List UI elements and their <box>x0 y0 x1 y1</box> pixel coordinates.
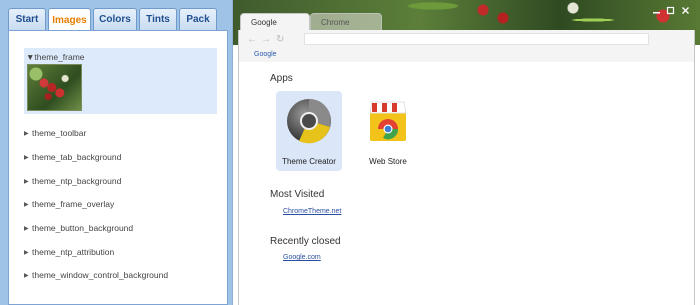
browser-tab-chrome[interactable]: Chrome <box>310 13 382 31</box>
property-item-theme-tab-background[interactable]: ▶ theme_tab_background <box>24 150 121 164</box>
recently-closed-heading: Recently closed <box>270 236 341 247</box>
collapsed-triangle-icon: ▶ <box>24 201 29 208</box>
collapsed-triangle-icon: ▶ <box>24 154 29 161</box>
property-label: theme_ntp_background <box>32 176 122 186</box>
app-label: Web Store <box>369 157 407 166</box>
browser-toolbar: ← → ↻ Google <box>238 30 695 62</box>
tab-start[interactable]: Start <box>8 8 46 30</box>
tab-label: Pack <box>186 14 210 25</box>
property-label: theme_button_background <box>32 223 134 233</box>
bookmark-google[interactable]: Google <box>254 51 277 58</box>
new-tab-page: Apps Theme Creator Web Store Most Visite… <box>238 62 695 305</box>
theme-creator-icon <box>287 99 331 144</box>
property-row: ▼ theme_frame <box>26 51 85 63</box>
tab-pack[interactable]: Pack <box>179 8 217 30</box>
property-item-theme-frame-overlay[interactable]: ▶ theme_frame_overlay <box>24 197 114 211</box>
property-label: theme_tab_background <box>32 152 122 162</box>
recently-closed-link[interactable]: Google.com <box>283 254 321 261</box>
collapsed-triangle-icon: ▶ <box>24 178 29 185</box>
collapsed-triangle-icon: ▶ <box>24 249 29 256</box>
property-item-theme-button-background[interactable]: ▶ theme_button_background <box>24 221 133 235</box>
property-item-theme-ntp-background[interactable]: ▶ theme_ntp_background <box>24 174 121 188</box>
property-label: theme_frame <box>34 52 85 62</box>
app-label: Theme Creator <box>282 157 336 166</box>
reload-icon[interactable]: ↻ <box>276 34 284 45</box>
browser-preview: Google Chrome ← → ↻ Google Apps Theme Cr… <box>233 0 700 305</box>
tab-label: Colors <box>99 14 131 25</box>
omnibox-input[interactable] <box>304 33 649 45</box>
close-icon[interactable] <box>680 6 691 15</box>
theme-editor-panel: Start Images Colors Tints Pack ▼ theme_f… <box>0 0 233 305</box>
apps-heading: Apps <box>270 73 293 84</box>
property-label: theme_toolbar <box>32 128 87 138</box>
property-label: theme_frame_overlay <box>32 199 115 209</box>
editor-tabbar: Start Images Colors Tints Pack <box>8 8 219 31</box>
tab-label: Tints <box>146 14 170 25</box>
property-item-theme-frame[interactable]: ▼ theme_frame <box>24 48 217 114</box>
tab-label: Chrome <box>321 18 350 27</box>
tab-label: Start <box>15 14 39 25</box>
property-item-theme-ntp-attribution[interactable]: ▶ theme_ntp_attribution <box>24 245 114 259</box>
frame-image-thumbnail[interactable] <box>27 64 82 111</box>
forward-icon[interactable]: → <box>261 34 271 45</box>
tab-colors[interactable]: Colors <box>93 8 137 30</box>
tab-images[interactable]: Images <box>48 8 91 31</box>
property-label: theme_window_control_background <box>32 270 169 280</box>
browser-tab-google[interactable]: Google <box>240 13 310 31</box>
collapsed-triangle-icon: ▶ <box>24 225 29 232</box>
back-icon[interactable]: ← <box>247 34 257 45</box>
app-theme-creator[interactable]: Theme Creator <box>276 91 342 171</box>
image-properties-list: ▼ theme_frame ▶ theme_toolbar ▶ theme_ta… <box>8 30 228 305</box>
property-item-theme-window-control-background[interactable]: ▶ theme_window_control_background <box>24 268 168 282</box>
web-store-icon <box>369 101 407 141</box>
property-item-theme-toolbar[interactable]: ▶ theme_toolbar <box>24 126 86 140</box>
minimize-icon[interactable] <box>651 6 662 15</box>
most-visited-link[interactable]: ChromeTheme.net <box>283 208 341 215</box>
property-label: theme_ntp_attribution <box>32 247 115 257</box>
maximize-icon[interactable] <box>665 6 676 15</box>
collapsed-triangle-icon: ▶ <box>24 130 29 137</box>
most-visited-heading: Most Visited <box>270 189 325 200</box>
app-web-store[interactable]: Web Store <box>355 91 421 171</box>
tab-label: Google <box>251 18 277 27</box>
tab-label: Images <box>52 14 87 26</box>
expanded-triangle-icon[interactable]: ▼ <box>26 52 34 62</box>
collapsed-triangle-icon: ▶ <box>24 272 29 279</box>
tab-tints[interactable]: Tints <box>139 8 177 30</box>
